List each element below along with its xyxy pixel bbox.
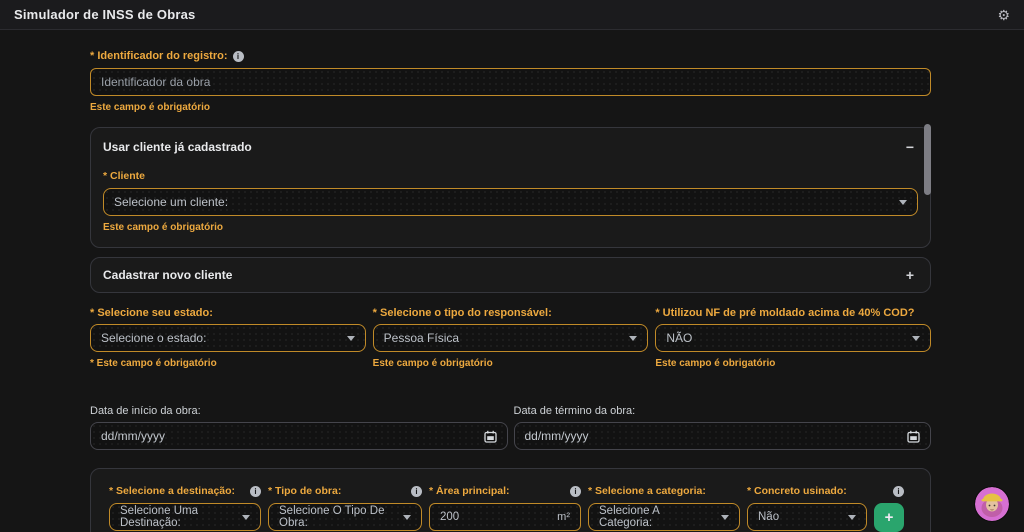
collapse-icon[interactable]: − [902,140,918,154]
chevron-down-icon [848,514,856,520]
chevron-down-icon [629,335,638,341]
work-type-label: * Tipo de obra: [268,485,342,497]
chevron-down-icon [403,514,411,520]
responsible-type-error: Este campo é obrigatório [372,358,493,369]
state-label: * Selecione seu estado: [90,307,213,319]
end-date-label: Data de término da obra: [513,405,636,417]
existing-client-panel-title: Usar cliente já cadastrado [103,140,252,154]
info-icon[interactable]: i [232,50,244,62]
state-select[interactable]: Selecione o estado: [90,324,366,352]
info-icon[interactable]: i [570,485,581,497]
category-select[interactable]: Selecione A Categoria: [588,503,740,531]
end-date-field-group: Data de término da obra: dd/mm/yyyy [513,405,931,450]
existing-client-panel: Usar cliente já cadastrado − * Cliente S… [90,127,931,248]
chevron-down-icon [721,514,729,520]
client-select[interactable]: Selecione um cliente: [103,188,918,216]
start-date-label: Data de início da obra: [90,405,201,417]
dates-row: Data de início da obra: dd/mm/yyyy Data … [90,405,931,450]
identifier-error: Este campo é obrigatório [90,102,211,113]
state-field-group: * Selecione seu estado: Selecione o esta… [90,307,366,369]
add-row-button[interactable]: + [874,503,904,532]
new-client-panel-header[interactable]: Cadastrar novo cliente + [103,268,918,282]
chevron-down-icon [242,514,250,520]
selects-row: * Selecione seu estado: Selecione o esta… [90,307,932,369]
chevron-down-icon [346,335,355,341]
chevron-down-icon [899,199,907,205]
category-field-group: * Selecione a categoria: Selecione A Cat… [588,485,740,531]
responsible-type-select[interactable]: Pessoa Física [372,324,649,352]
new-client-panel: Cadastrar novo cliente + [90,257,931,293]
area-unit-suffix: m² [557,511,570,523]
work-details-panel: * Selecione a destinação: i Selecione Um… [90,468,931,532]
client-label: * Cliente [103,170,146,182]
state-error: * Este campo é obrigatório [90,358,217,369]
destination-field-group: * Selecione a destinação: i Selecione Um… [109,485,261,531]
info-icon[interactable]: i [250,485,261,497]
main-area-input[interactable]: 200 m² [429,503,581,531]
form-container: * Identificador do registro: i Este camp… [90,30,932,532]
main-area-label: * Área principal: [429,485,510,497]
category-label: * Selecione a categoria: [588,485,706,497]
app-title: Simulador de INSS de Obras [14,7,196,22]
nf-premolded-field-group: * Utilizou NF de pré moldado acima de 40… [655,307,932,369]
destination-select[interactable]: Selecione Uma Destinação: [109,503,261,531]
concrete-select[interactable]: Não [747,503,867,531]
expand-icon[interactable]: + [902,268,918,282]
calendar-icon[interactable] [483,430,497,443]
work-type-select[interactable]: Selecione O Tipo De Obra: [268,503,422,531]
info-icon[interactable]: i [893,485,904,497]
nf-premolded-select[interactable]: NÃO [655,324,932,352]
destination-label: * Selecione a destinação: [109,485,236,497]
end-date-input[interactable]: dd/mm/yyyy [513,422,931,450]
identifier-field-group: * Identificador do registro: i Este camp… [90,50,931,113]
existing-client-panel-header[interactable]: Usar cliente já cadastrado − [103,140,918,154]
nf-premolded-label: * Utilizou NF de pré moldado acima de 40… [655,307,915,319]
app-header: Simulador de INSS de Obras ⚙ [0,0,1024,30]
responsible-type-field-group: * Selecione o tipo do responsável: Pesso… [372,307,649,369]
start-date-field-group: Data de início da obra: dd/mm/yyyy [90,405,508,450]
assistant-avatar[interactable] [975,487,1009,521]
client-error: Este campo é obrigatório [103,222,224,233]
main-area-field-group: * Área principal: i 200 m² [429,485,581,531]
responsible-type-label: * Selecione o tipo do responsável: [372,307,552,319]
work-type-field-group: * Tipo de obra: i Selecione O Tipo De Ob… [268,485,422,531]
concrete-field-group: * Concreto usinado: Não [747,485,867,531]
chevron-down-icon [912,335,921,341]
gear-icon[interactable]: ⚙ [997,8,1010,22]
identifier-input[interactable] [90,68,931,96]
concrete-label: * Concreto usinado: [747,485,847,497]
calendar-icon[interactable] [907,430,920,443]
start-date-input[interactable]: dd/mm/yyyy [90,422,508,450]
new-client-panel-title: Cadastrar novo cliente [103,268,233,282]
add-row-group: i + [874,485,904,532]
identifier-label: * Identificador do registro: i [90,50,931,62]
work-details-row: * Selecione a destinação: i Selecione Um… [109,485,912,532]
scrollbar-thumb[interactable] [924,124,931,195]
nf-premolded-error: Este campo é obrigatório [655,358,776,369]
builder-character-icon [975,487,1009,521]
info-icon[interactable]: i [411,485,422,497]
